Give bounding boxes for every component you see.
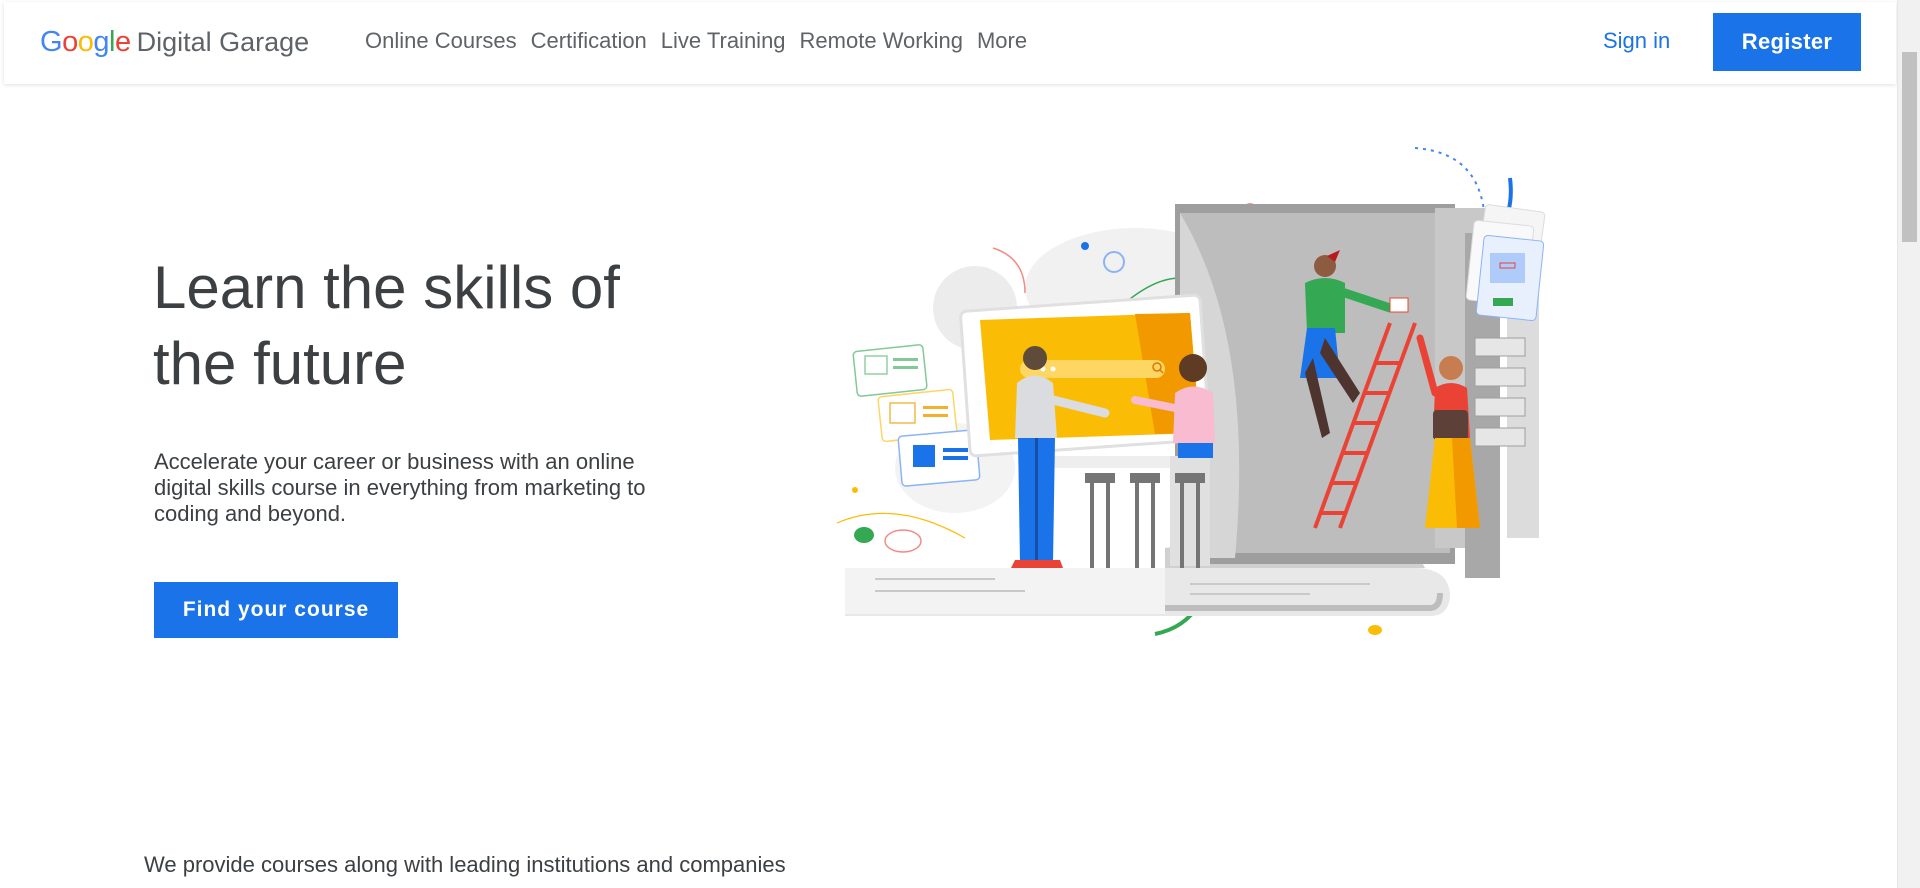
nav-online-courses[interactable]: Online Courses xyxy=(365,28,517,54)
providers-heading: We provide courses along with leading in… xyxy=(144,852,786,877)
hero-subtitle: Accelerate your career or business with … xyxy=(154,449,646,526)
register-button[interactable]: Register xyxy=(1713,13,1861,71)
nav-more[interactable]: More xyxy=(977,28,1027,54)
sign-in-link[interactable]: Sign in xyxy=(1603,28,1670,54)
nav-remote-working[interactable]: Remote Working xyxy=(800,28,963,54)
hero-title: Learn the skills of the future xyxy=(153,254,620,397)
product-name: Digital Garage xyxy=(136,26,310,57)
find-your-course-button[interactable]: Find your course xyxy=(154,582,398,638)
nav-live-training[interactable]: Live Training xyxy=(661,28,786,54)
top-navigation-bar: Google Digital Garage Online Courses Cer… xyxy=(4,2,1896,84)
page-scrollbar[interactable] xyxy=(1897,0,1920,888)
scrollbar-thumb[interactable] xyxy=(1902,52,1917,242)
google-logo-text: Google xyxy=(40,25,131,58)
people-learning-illustration xyxy=(836,147,1546,636)
main-nav: Online Courses Certification Live Traini… xyxy=(365,28,1027,54)
nav-certification[interactable]: Certification xyxy=(531,28,647,54)
google-digital-garage-logo[interactable]: Google Digital Garage xyxy=(40,22,309,62)
